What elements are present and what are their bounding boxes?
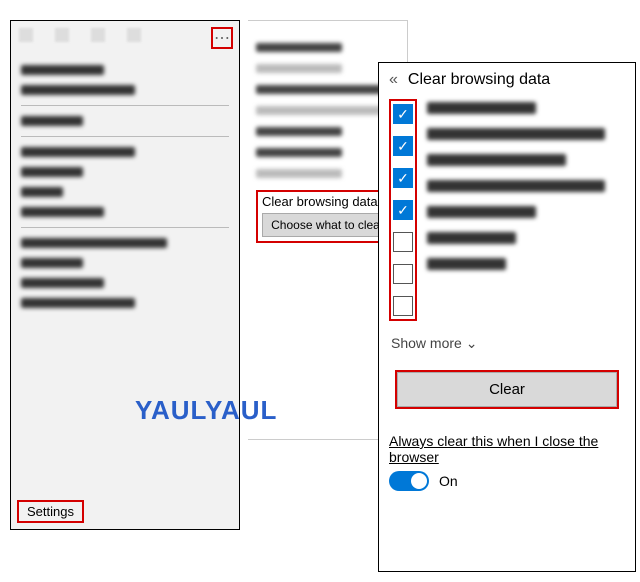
settings-menu-item[interactable]: Settings [17, 500, 84, 523]
option-label [427, 258, 506, 270]
checkbox[interactable] [393, 104, 413, 124]
option-label [427, 154, 566, 166]
chevron-down-icon [462, 335, 478, 351]
cbd-title: Clear browsing data [408, 71, 550, 89]
checkbox[interactable] [393, 136, 413, 156]
back-icon[interactable] [389, 71, 398, 89]
menu-item[interactable] [21, 258, 83, 268]
toolbar-icon [55, 28, 69, 42]
menu-item[interactable] [21, 207, 104, 217]
settings-option[interactable] [256, 106, 385, 115]
menu-toolbar [11, 27, 239, 49]
always-clear-toggle-row: On [389, 471, 625, 491]
menu-item[interactable] [21, 187, 63, 197]
toolbar-icon [19, 28, 33, 42]
toolbar-icon [91, 28, 105, 42]
always-clear-label: Always clear this when I close the brows… [389, 433, 625, 465]
clear-browsing-data-panel: Clear browsing data Show more Clear Alwa… [378, 62, 636, 572]
toggle-knob [411, 473, 427, 489]
clear-browsing-data-label: Clear browsing data [262, 194, 393, 209]
option-label [427, 180, 605, 192]
choose-what-to-clear-button[interactable]: Choose what to clear [262, 213, 393, 237]
show-more-link[interactable]: Show more [391, 335, 625, 352]
divider [21, 105, 229, 106]
settings-heading [256, 43, 342, 52]
settings-option[interactable] [256, 64, 342, 73]
divider [21, 136, 229, 137]
menu-item[interactable] [21, 147, 135, 157]
toolbar-icon [127, 28, 141, 42]
checkbox[interactable] [393, 168, 413, 188]
cbd-header: Clear browsing data [389, 71, 625, 89]
always-clear-toggle[interactable] [389, 471, 429, 491]
settings-option[interactable] [256, 85, 385, 94]
cbd-options [389, 99, 625, 321]
settings-option[interactable] [256, 169, 342, 178]
menu-item[interactable] [21, 85, 135, 95]
menu-item[interactable] [21, 65, 104, 75]
menu-item[interactable] [21, 116, 83, 126]
checkbox[interactable] [393, 232, 413, 252]
settings-option[interactable] [256, 127, 342, 136]
checkbox[interactable] [393, 200, 413, 220]
option-label [427, 206, 536, 218]
option-label [427, 232, 516, 244]
checkbox[interactable] [393, 296, 413, 316]
option-label [427, 128, 605, 140]
checkbox-labels [427, 99, 625, 270]
clear-button[interactable]: Clear [397, 372, 617, 407]
more-actions-button[interactable] [211, 27, 233, 49]
menu-item[interactable] [21, 167, 83, 177]
menu-item[interactable] [21, 278, 104, 288]
edge-more-menu: Settings [10, 20, 240, 530]
menu-items [11, 49, 239, 324]
toggle-state-label: On [439, 473, 458, 489]
show-more-label: Show more [391, 335, 462, 351]
menu-item[interactable] [21, 298, 135, 308]
divider [21, 227, 229, 228]
settings-option[interactable] [256, 148, 342, 157]
option-label [427, 102, 536, 114]
checkbox[interactable] [393, 264, 413, 284]
checkbox-column [389, 99, 417, 321]
ellipsis-icon [214, 28, 230, 48]
menu-item[interactable] [21, 238, 167, 248]
